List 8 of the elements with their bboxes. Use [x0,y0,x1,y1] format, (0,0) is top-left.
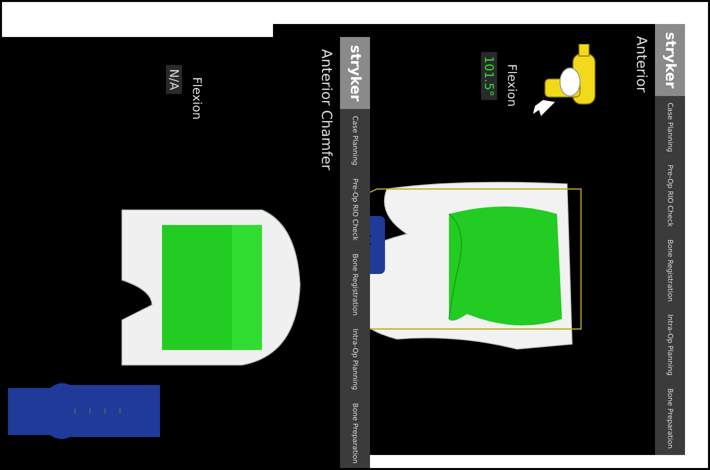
view-title: Anterior Chamfer [318,49,334,170]
flexion-label: Flexion [505,64,519,107]
view-title: Anterior [633,36,649,93]
logo-text: stryker [340,37,370,110]
logo-text: stryker [655,24,685,96]
flexion-value: N/A [166,65,182,94]
flexion-label: Flexion [190,77,204,120]
flexion-value: 101.5° [481,52,497,100]
